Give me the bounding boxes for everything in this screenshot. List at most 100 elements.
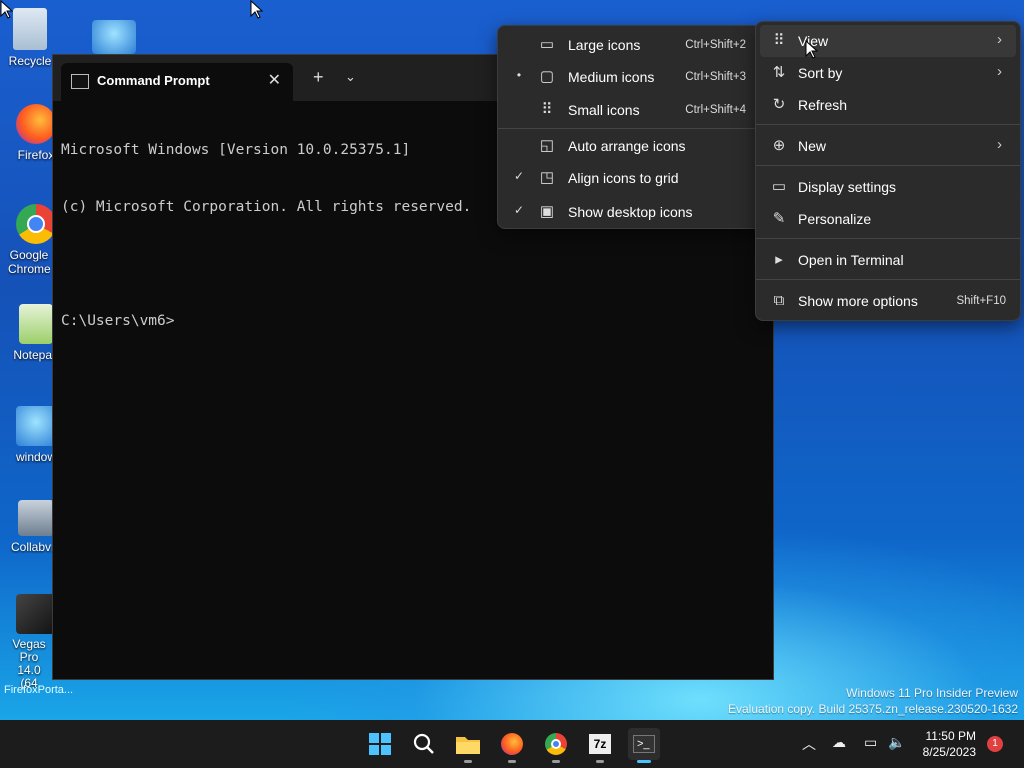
cmd-icon [71, 74, 89, 89]
menu-item-label: Display settings [798, 179, 897, 195]
tab-command-prompt[interactable]: Command Prompt ✕ [61, 63, 293, 101]
desktop-icons-icon: ▣ [539, 203, 555, 220]
medium-icons-icon: ▢ [539, 68, 555, 85]
menu-item-label: Refresh [798, 97, 848, 113]
chevron-right-icon: › [997, 63, 1002, 80]
menu-item-open-terminal[interactable]: ▸ Open in Terminal [756, 244, 1020, 276]
menu-separator [756, 124, 1020, 125]
close-tab-icon[interactable]: ✕ [268, 70, 281, 90]
running-indicator [596, 760, 604, 763]
tab-title: Command Prompt [97, 73, 210, 88]
notification-badge[interactable]: 1 [987, 736, 1003, 752]
computer-icon [18, 500, 54, 536]
running-indicator [464, 760, 472, 763]
mouse-pointer-icon [250, 0, 264, 19]
volume-icon[interactable]: 🔈 [888, 734, 905, 751]
desktop-icon-label: Vegas Pro 14.0 (64 [12, 638, 46, 690]
desktop-icon-label: Google Chrome [8, 248, 50, 276]
running-indicator [508, 760, 516, 763]
menu-item-auto-arrange[interactable]: ◱ Auto arrange icons [498, 130, 760, 162]
menu-item-align-to-grid[interactable]: ✓ ◳ Align icons to grid [498, 162, 760, 194]
grid-icon: ⠿ [773, 32, 785, 49]
align-grid-icon: ◳ [539, 169, 555, 186]
firefox-icon [16, 104, 56, 144]
menu-item-personalize[interactable]: ✎ Personalize [756, 203, 1020, 235]
menu-separator [498, 128, 760, 129]
onedrive-icon[interactable]: ☁ [832, 734, 846, 751]
windows-flag-desktop-icon[interactable] [92, 20, 136, 54]
console-output[interactable]: Microsoft Windows [Version 10.0.25375.1]… [61, 103, 471, 369]
clock-time: 11:50 PM [925, 729, 976, 743]
chrome-icon [545, 733, 567, 755]
menu-item-small-icons[interactable]: ⠿ Small icons Ctrl+Shift+4 [498, 94, 760, 126]
evaluation-watermark: Windows 11 Pro Insider Preview Evaluatio… [728, 685, 1018, 717]
new-tab-button[interactable]: + [313, 67, 324, 88]
menu-item-label: Open in Terminal [798, 252, 904, 268]
tab-dropdown-button[interactable]: ⌄ [345, 69, 356, 85]
running-indicator [552, 760, 560, 763]
watermark-line: Windows 11 Pro Insider Preview [846, 686, 1018, 700]
search-button[interactable] [408, 728, 440, 760]
7zip-taskbar-button[interactable]: 7z [584, 728, 616, 763]
firefox-taskbar-button[interactable] [496, 728, 528, 763]
folder-icon [456, 737, 480, 754]
menu-item-label: Medium icons [568, 69, 655, 85]
menu-item-label: Show desktop icons [568, 204, 693, 220]
menu-item-label: Personalize [798, 211, 872, 227]
menu-item-label: Auto arrange icons [568, 138, 686, 154]
chevron-right-icon: › [997, 31, 1002, 48]
recycle-bin-icon [13, 8, 47, 50]
menu-item-refresh[interactable]: ↻ Refresh [756, 89, 1020, 121]
menu-item-show-desktop-icons[interactable]: ✓ ▣ Show desktop icons [498, 196, 760, 228]
terminal-icon: ▸ [775, 251, 783, 268]
menu-item-show-more-options[interactable]: ⧉ Show more options Shift+F10 [756, 285, 1020, 317]
windows-logo-icon [369, 733, 391, 755]
notepad-icon [19, 304, 53, 344]
file-explorer-button[interactable] [452, 728, 484, 763]
menu-item-new[interactable]: ⊕ New › [756, 130, 1020, 162]
menu-item-medium-icons[interactable]: • ▢ Medium icons Ctrl+Shift+3 [498, 61, 760, 93]
plus-circle-icon: ⊕ [772, 137, 786, 154]
menu-item-display-settings[interactable]: ▭ Display settings [756, 171, 1020, 203]
console-line: Microsoft Windows [Version 10.0.25375.1] [61, 142, 411, 158]
mouse-cursor-icon [805, 40, 819, 59]
network-icon[interactable]: ▭ [864, 734, 877, 751]
desktop-icon-recycle-bin[interactable]: Recycle [2, 8, 58, 68]
sort-icon: ⇅ [772, 64, 786, 81]
menu-item-large-icons[interactable]: ▭ Large icons Ctrl+Shift+2 [498, 29, 760, 61]
vegas-pro-icon [16, 594, 56, 634]
menu-item-sort-by[interactable]: ⇅ Sort by › [756, 57, 1020, 89]
menu-item-label: Large icons [568, 37, 641, 53]
menu-item-label: Align icons to grid [568, 170, 679, 186]
clock-date: 8/25/2023 [922, 745, 976, 759]
running-indicator [637, 760, 651, 763]
taskbar: 7z >_ ︿ ☁ ▭ 🔈 11:50 PM 8/25/2023 1 [0, 720, 1024, 768]
checkmark-icon: ✓ [513, 203, 525, 217]
shortcut-label: Shift+F10 [956, 295, 1006, 307]
console-line: (c) Microsoft Corporation. All rights re… [61, 199, 472, 215]
clock[interactable]: 11:50 PM 8/25/2023 [923, 728, 976, 760]
windows-image-icon [16, 406, 56, 446]
7zip-icon: 7z [589, 734, 611, 754]
large-icons-icon: ▭ [539, 36, 555, 53]
shortcut-label: Ctrl+Shift+4 [685, 104, 746, 116]
desktop-icon-label: Recycle [8, 54, 52, 68]
shortcut-label: Ctrl+Shift+3 [685, 71, 746, 83]
chrome-taskbar-button[interactable] [540, 728, 572, 763]
checkmark-icon: ✓ [513, 169, 525, 183]
start-button[interactable] [364, 728, 396, 760]
menu-item-view[interactable]: ⠿ View › [760, 25, 1016, 57]
refresh-icon: ↻ [772, 96, 786, 113]
menu-separator [756, 165, 1020, 166]
watermark-line: Evaluation copy. Build 25375.zn_release.… [728, 702, 1018, 716]
menu-separator [756, 279, 1020, 280]
terminal-taskbar-button[interactable]: >_ [628, 728, 660, 763]
firefox-icon [501, 733, 523, 755]
view-submenu: ▭ Large icons Ctrl+Shift+2 • ▢ Medium ic… [497, 25, 761, 229]
console-prompt: C:\Users\vm6> [61, 313, 175, 329]
display-icon: ▭ [771, 178, 787, 195]
search-icon [413, 733, 434, 754]
chevron-up-icon[interactable]: ︿ [802, 734, 816, 754]
menu-item-label: Small icons [568, 102, 640, 118]
firefox-portable-label[interactable]: FirefoxPorta... [4, 684, 73, 696]
